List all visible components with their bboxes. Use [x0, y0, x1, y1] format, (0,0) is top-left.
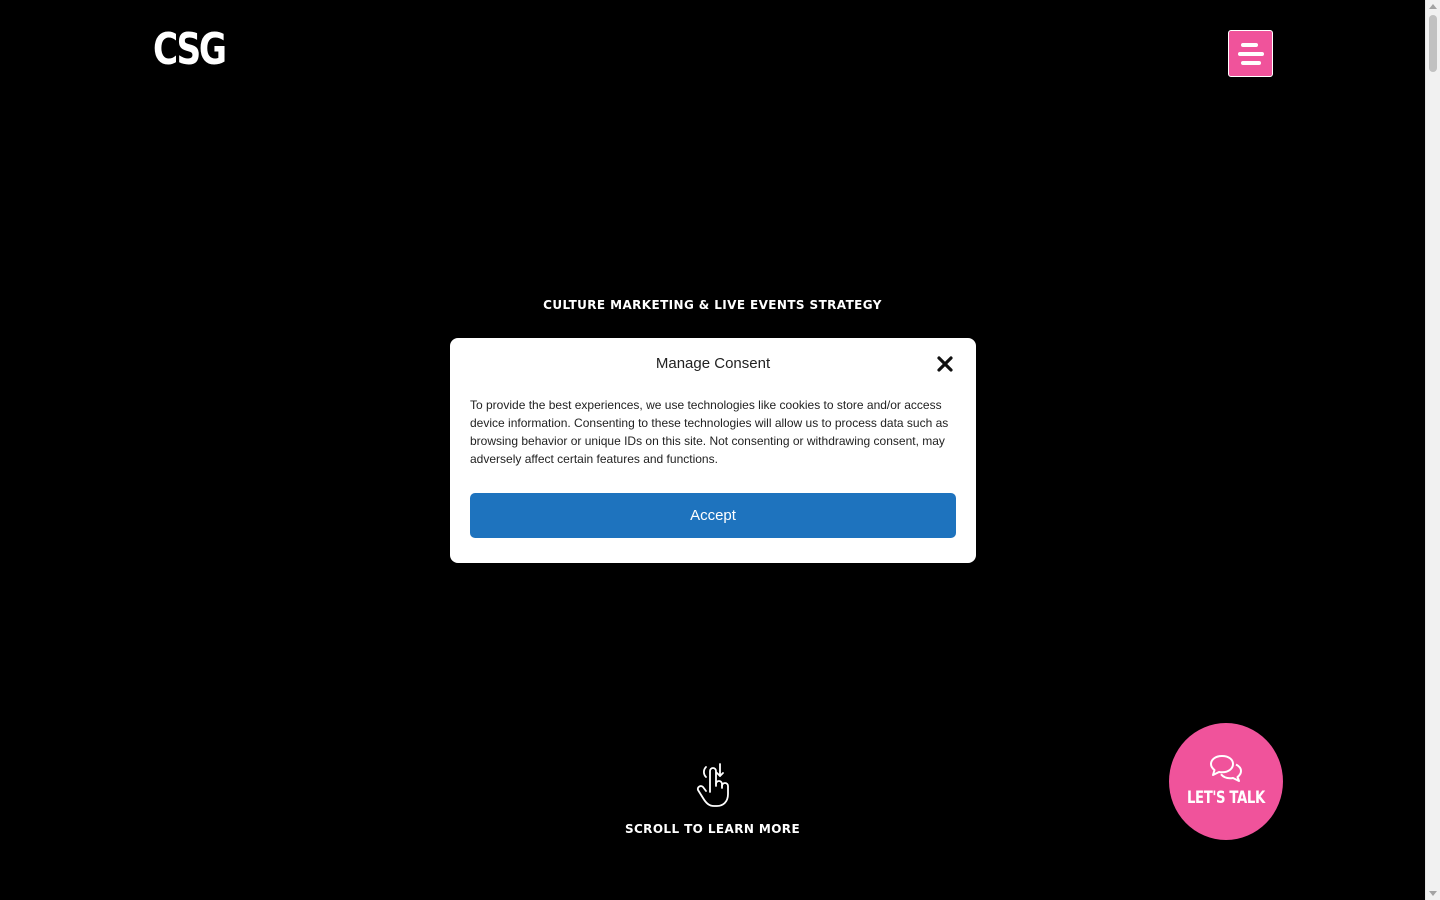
hand-scroll-down-icon — [696, 763, 729, 807]
menu-button[interactable] — [1228, 30, 1273, 77]
lets-talk-button[interactable]: LET'S TALK — [1169, 723, 1283, 840]
page-scrollbar[interactable] — [1425, 0, 1440, 900]
scrollbar-thumb[interactable] — [1429, 15, 1437, 72]
chat-bubbles-icon — [1210, 754, 1242, 782]
scroll-up-arrow-icon[interactable] — [1429, 4, 1437, 9]
close-icon[interactable] — [936, 355, 954, 373]
lets-talk-label: LET'S TALK — [1187, 787, 1265, 808]
consent-message: To provide the best experiences, we use … — [470, 398, 949, 466]
consent-dialog: Manage Consent To provide the best exper… — [450, 338, 976, 563]
scroll-down-arrow-icon[interactable] — [1429, 891, 1437, 896]
site-logo[interactable]: CSG — [153, 28, 227, 72]
consent-title: Manage Consent — [655, 355, 771, 372]
hamburger-icon — [1237, 42, 1264, 65]
accept-button[interactable]: Accept — [470, 493, 956, 538]
hero-tagline: CULTURE MARKETING & LIVE EVENTS STRATEGY — [543, 298, 882, 312]
